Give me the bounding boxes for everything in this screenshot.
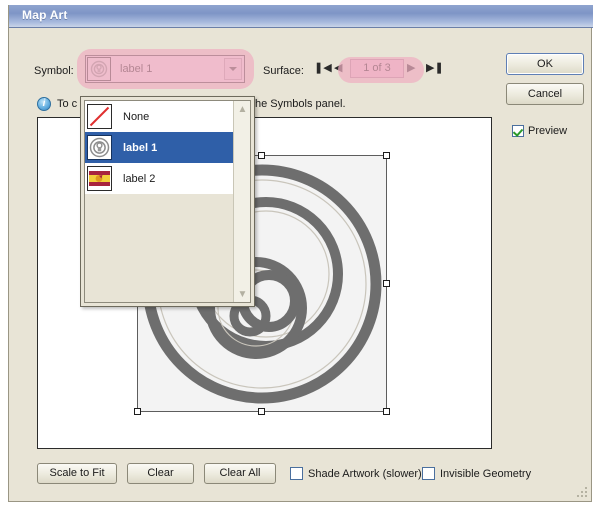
clear-button[interactable]: Clear — [127, 463, 194, 484]
screenshot-root: Map Art Symbol: label 1 Surface: ❚◀ ◀ 1 … — [0, 0, 600, 507]
preview-checkbox-row[interactable]: Preview — [512, 125, 567, 137]
symbol-dropdown-inner: None label 1 label 2 ▲ ▼ — [84, 100, 251, 303]
flag-symbol-icon — [87, 166, 112, 191]
surface-label: Surface: — [263, 65, 304, 77]
dropdown-item-none[interactable]: None — [85, 101, 234, 132]
selection-handle[interactable] — [383, 279, 390, 287]
dropdown-item-label-1[interactable]: label 1 — [85, 132, 234, 163]
symbol-thumbnail-icon — [87, 57, 111, 81]
chevron-up-icon[interactable]: ▲ — [234, 101, 250, 117]
shade-artwork-label: Shade Artwork (slower) — [308, 467, 422, 480]
preview-checkbox-label: Preview — [528, 125, 568, 137]
info-text-start: To c — [57, 98, 78, 110]
symbol-dropdown-list[interactable]: None label 1 label 2 ▲ ▼ — [80, 96, 255, 307]
selection-handle[interactable] — [258, 152, 265, 159]
clear-all-button[interactable]: Clear All — [204, 463, 276, 484]
dropdown-item-label: label 2 — [123, 172, 156, 185]
surface-last-button[interactable]: ▶❚ — [426, 63, 444, 74]
selection-handle[interactable] — [383, 408, 390, 415]
map-art-dialog: Map Art Symbol: label 1 Surface: ❚◀ ◀ 1 … — [8, 5, 593, 502]
dropdown-item-label-2[interactable]: label 2 — [85, 163, 234, 194]
dropdown-item-label: label 1 — [123, 141, 158, 154]
shade-artwork-checkbox-row[interactable]: Shade Artwork (slower) — [290, 467, 422, 480]
dialog-titlebar[interactable]: Map Art — [9, 5, 593, 28]
chevron-down-icon[interactable]: ▼ — [234, 286, 250, 302]
symbol-combobox[interactable]: label 1 — [85, 55, 245, 83]
info-text-end: he Symbols panel. — [255, 98, 346, 110]
shade-artwork-checkbox[interactable] — [290, 467, 303, 480]
invisible-geometry-checkbox[interactable] — [422, 467, 435, 480]
selection-handle[interactable] — [383, 152, 390, 159]
symbol-label: Symbol: — [34, 65, 74, 77]
selection-handle[interactable] — [258, 408, 265, 415]
symbol-selected-value: label 1 — [120, 63, 153, 75]
dialog-title: Map Art — [22, 8, 68, 22]
selection-handle[interactable] — [134, 408, 141, 415]
ok-button[interactable]: OK — [506, 53, 584, 75]
circular-symbol-icon — [87, 135, 112, 160]
dropdown-scrollbar[interactable]: ▲ ▼ — [233, 101, 250, 302]
scale-to-fit-button[interactable]: Scale to Fit — [37, 463, 117, 484]
resize-grip[interactable] — [576, 486, 588, 498]
cancel-button[interactable]: Cancel — [506, 83, 584, 105]
none-slash-icon — [87, 104, 112, 129]
invisible-geometry-label: Invisible Geometry — [440, 467, 532, 480]
surface-counter-field[interactable]: 1 of 3 — [350, 59, 404, 78]
surface-next-button[interactable]: ▶ — [407, 63, 415, 74]
preview-checkbox[interactable] — [512, 125, 524, 137]
chevron-down-icon[interactable] — [224, 58, 242, 80]
symbol-dropdown-items: None label 1 label 2 — [85, 101, 234, 302]
dropdown-item-label: None — [123, 110, 150, 123]
info-icon: i — [37, 97, 51, 111]
surface-previous-button[interactable]: ◀ — [334, 63, 342, 74]
invisible-geometry-checkbox-row[interactable]: Invisible Geometry — [422, 467, 531, 480]
surface-first-button[interactable]: ❚◀ — [314, 63, 332, 74]
